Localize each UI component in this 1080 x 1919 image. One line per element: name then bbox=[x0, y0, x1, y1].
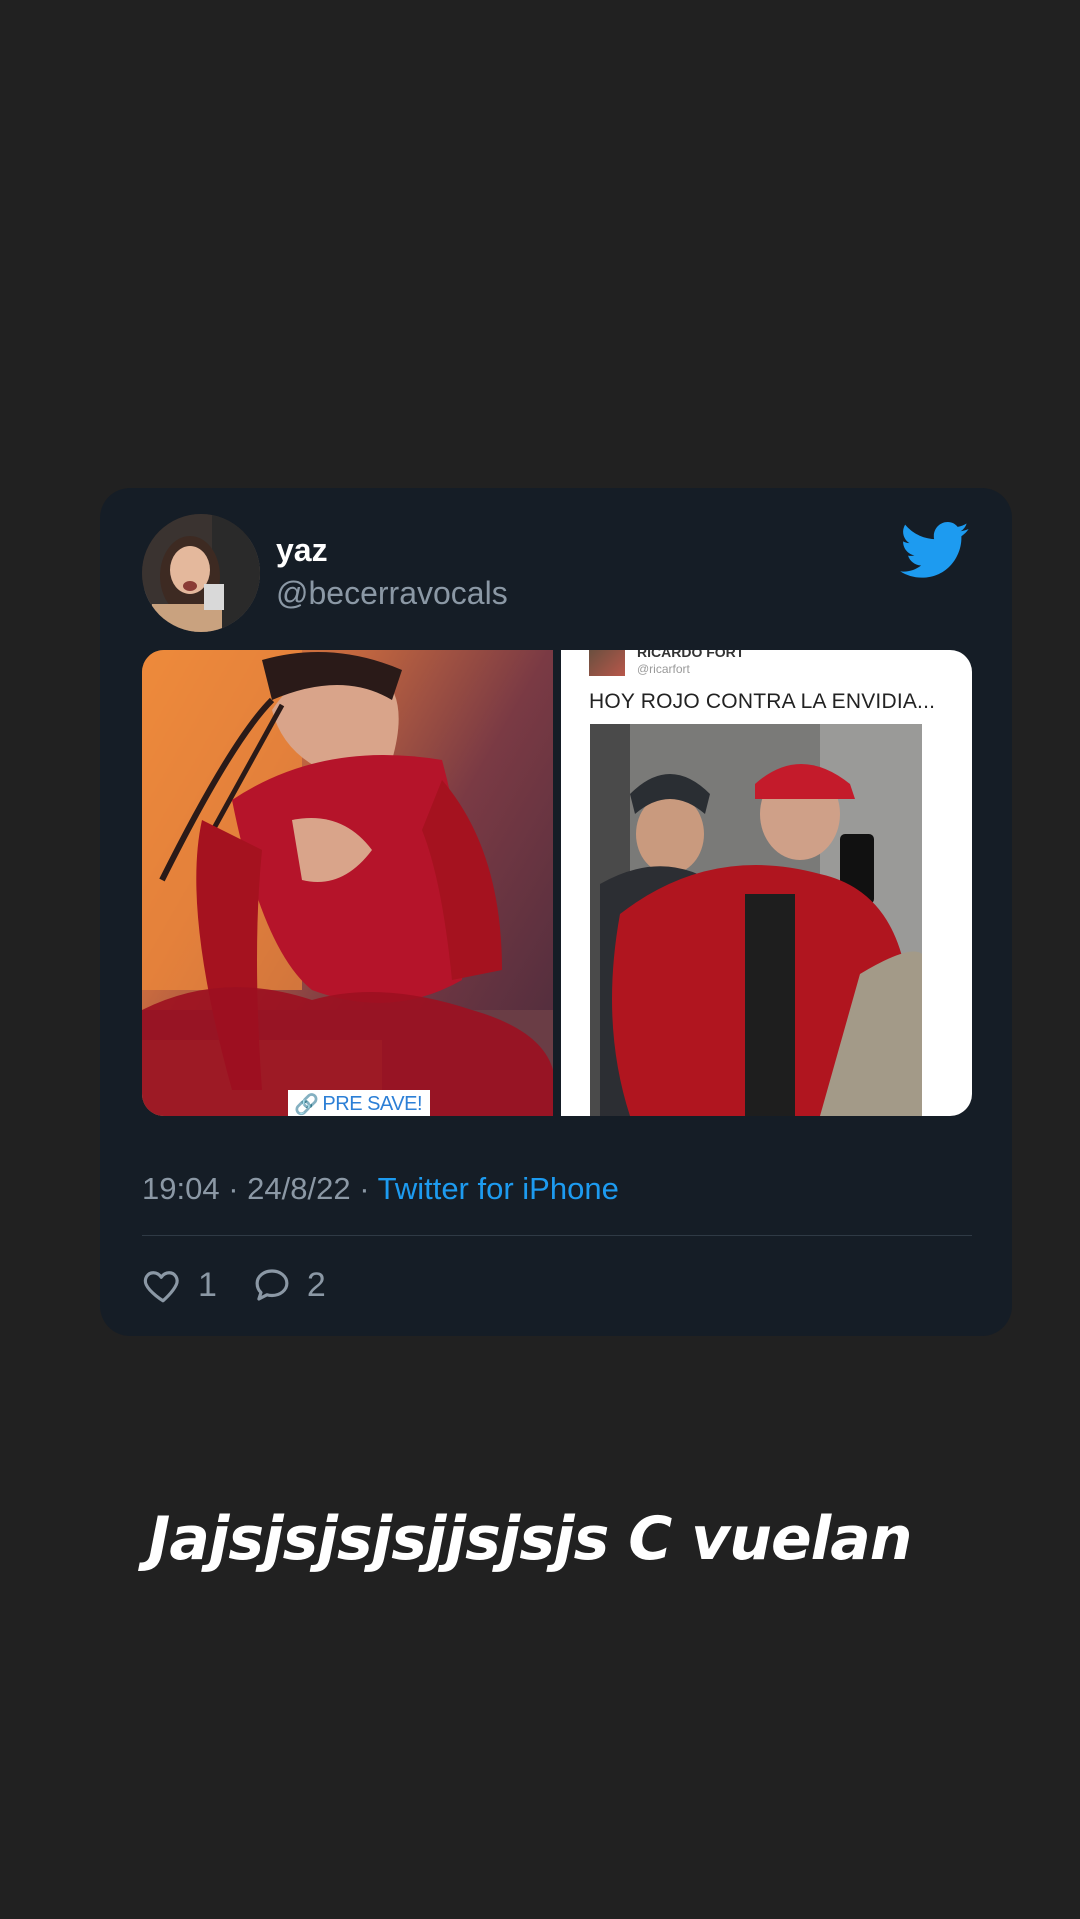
presave-label: PRE SAVE! bbox=[322, 1093, 423, 1115]
media-photo-right[interactable]: RICARDO FORT @ricarfort HOY ROJO CONTRA … bbox=[561, 650, 972, 1116]
reply-button[interactable]: 2 bbox=[251, 1264, 326, 1306]
meta-separator: · bbox=[228, 1171, 248, 1206]
meta-separator: · bbox=[359, 1171, 378, 1206]
like-button[interactable]: 1 bbox=[142, 1264, 217, 1306]
heart-icon bbox=[143, 1271, 179, 1303]
tweet-meta: 19:04 · 24/8/22 · Twitter for iPhone bbox=[142, 1171, 619, 1207]
tweet-card[interactable]: yaz @becerravocals 🔗 PRE SAVE! RICARDO F… bbox=[100, 488, 1012, 1336]
story-caption: Jajsjsjsjsjjsjsjs C vuelan bbox=[148, 1504, 912, 1574]
media-grid: 🔗 PRE SAVE! RICARDO FORT @ricarfort HOY … bbox=[142, 650, 972, 1116]
tweet-time[interactable]: 19:04 bbox=[142, 1171, 220, 1206]
tweet-actions: 1 2 bbox=[142, 1264, 360, 1306]
avatar[interactable] bbox=[142, 514, 260, 632]
like-count: 1 bbox=[198, 1265, 217, 1304]
elevator-selfie-photo bbox=[590, 724, 922, 1116]
link-icon: 🔗 bbox=[294, 1094, 319, 1116]
media-photo-left[interactable]: 🔗 PRE SAVE! bbox=[142, 650, 553, 1116]
presave-badge[interactable]: 🔗 PRE SAVE! bbox=[288, 1090, 431, 1116]
red-outfit-photo bbox=[142, 650, 553, 1116]
display-name[interactable]: yaz bbox=[276, 532, 328, 569]
embed-handle: @ricarfort bbox=[637, 662, 690, 676]
avatar-photo bbox=[142, 514, 260, 632]
tweet-date[interactable]: 24/8/22 bbox=[247, 1171, 350, 1206]
divider bbox=[142, 1235, 972, 1236]
handle[interactable]: @becerravocals bbox=[276, 575, 508, 612]
embed-avatar bbox=[589, 650, 625, 676]
reply-count: 2 bbox=[306, 1265, 326, 1304]
embed-name: RICARDO FORT bbox=[637, 650, 745, 660]
embed-text: HOY ROJO CONTRA LA ENVIDIA... bbox=[589, 690, 936, 713]
speech-bubble-icon bbox=[255, 1269, 289, 1301]
twitter-bird-icon[interactable] bbox=[900, 522, 970, 580]
tweet-source[interactable]: Twitter for iPhone bbox=[378, 1171, 619, 1206]
